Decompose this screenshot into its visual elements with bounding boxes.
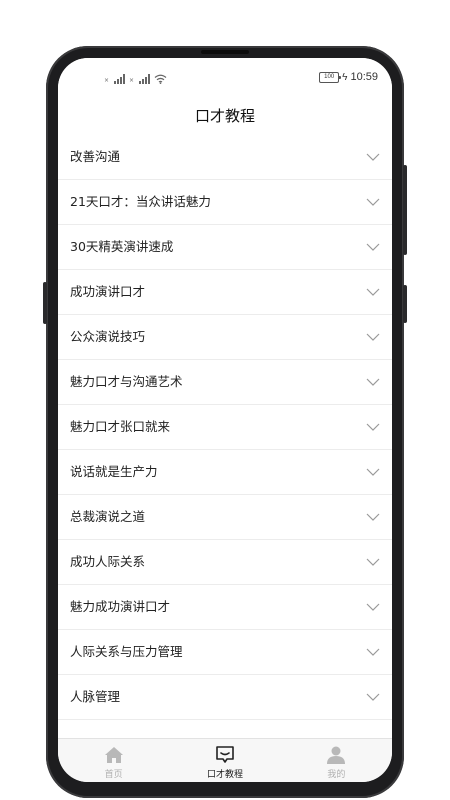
list-item[interactable]: 人际关系与压力管理 (58, 630, 392, 675)
no-sim-icon: × (104, 77, 110, 84)
list-item-label: 改善沟通 (70, 149, 121, 164)
list-item[interactable]: 改善沟通 (58, 135, 392, 180)
chat-icon (216, 746, 234, 763)
chevron-down-icon (366, 648, 380, 656)
chevron-down-icon (366, 333, 380, 341)
list-item-label: 总裁演说之道 (70, 509, 146, 524)
chevron-down-icon (366, 558, 380, 566)
chevron-down-icon (366, 153, 380, 161)
list-item[interactable]: 魅力成功演讲口才 (58, 585, 392, 630)
list-item-label: 人脉管理 (70, 689, 121, 704)
chevron-down-icon (366, 468, 380, 476)
list-item[interactable]: 总裁演说之道 (58, 495, 392, 540)
signal-icon (114, 74, 126, 84)
status-bar-left: × × (104, 74, 167, 84)
chevron-down-icon (366, 198, 380, 206)
app-screen: × × 100 ϟ 10:59 口才教程 改善沟通 21天口才：当众讲话魅力 3… (58, 58, 392, 782)
list-item-label: 魅力口才与沟通艺术 (70, 374, 183, 389)
list-item[interactable]: 魅力口才与沟通艺术 (58, 360, 392, 405)
list-item-label: 公众演说技巧 (70, 329, 146, 344)
list-item-label: 成功人际关系 (70, 554, 146, 569)
list-item-label: 说话就是生产力 (70, 464, 158, 479)
tab-home[interactable]: 首页 (58, 739, 169, 782)
list-item-label: 成功演讲口才 (70, 284, 146, 299)
list-item-label: 人际关系与压力管理 (70, 644, 183, 659)
tab-label: 我的 (327, 770, 346, 780)
power-button (403, 285, 407, 323)
bottom-tab-bar: 首页 口才教程 我的 (58, 738, 392, 782)
earpiece-speaker (201, 50, 249, 54)
chevron-down-icon (366, 243, 380, 251)
status-bar: × × 100 ϟ 10:59 (58, 58, 392, 98)
no-sim-icon: × (129, 77, 135, 84)
chevron-down-icon (366, 423, 380, 431)
side-button (403, 165, 407, 255)
wifi-icon (154, 74, 167, 84)
list-item-label: 21天口才：当众讲话魅力 (70, 194, 211, 209)
list-item[interactable]: 人脉管理 (58, 675, 392, 720)
chevron-down-icon (366, 693, 380, 701)
status-bar-right: 100 ϟ 10:59 (319, 71, 378, 83)
chevron-down-icon (366, 378, 380, 386)
status-time: 10:59 (350, 71, 378, 83)
home-icon (104, 747, 123, 763)
tab-label: 首页 (104, 770, 123, 780)
app-header: 口才教程 (58, 98, 392, 135)
tutorial-list: 改善沟通 21天口才：当众讲话魅力 30天精英演讲速成 成功演讲口才 公众演说技… (58, 135, 392, 738)
tab-profile[interactable]: 我的 (281, 739, 392, 782)
device-mockup: × × 100 ϟ 10:59 口才教程 改善沟通 21天口才：当众讲话魅力 3… (0, 0, 450, 800)
page-title: 口才教程 (194, 107, 255, 125)
charging-icon: ϟ (342, 71, 348, 83)
tab-tutorials[interactable]: 口才教程 (169, 739, 280, 782)
list-item[interactable]: 公众演说技巧 (58, 315, 392, 360)
tab-label: 口才教程 (206, 770, 243, 780)
user-icon (327, 746, 346, 764)
list-item[interactable]: 30天精英演讲速成 (58, 225, 392, 270)
list-item[interactable]: 成功演讲口才 (58, 270, 392, 315)
list-item-partial[interactable] (58, 720, 392, 738)
list-item[interactable]: 21天口才：当众讲话魅力 (58, 180, 392, 225)
list-item-label: 魅力成功演讲口才 (70, 599, 171, 614)
signal-icon (139, 74, 151, 84)
list-item[interactable]: 魅力口才张口就来 (58, 405, 392, 450)
list-item[interactable]: 说话就是生产力 (58, 450, 392, 495)
list-item[interactable]: 成功人际关系 (58, 540, 392, 585)
chevron-down-icon (366, 603, 380, 611)
volume-button (43, 282, 47, 324)
battery-icon: 100 (319, 71, 342, 83)
chevron-down-icon (366, 288, 380, 296)
list-item-label: 魅力口才张口就来 (70, 419, 171, 434)
chevron-down-icon (366, 513, 380, 521)
list-item-label: 30天精英演讲速成 (70, 239, 174, 254)
